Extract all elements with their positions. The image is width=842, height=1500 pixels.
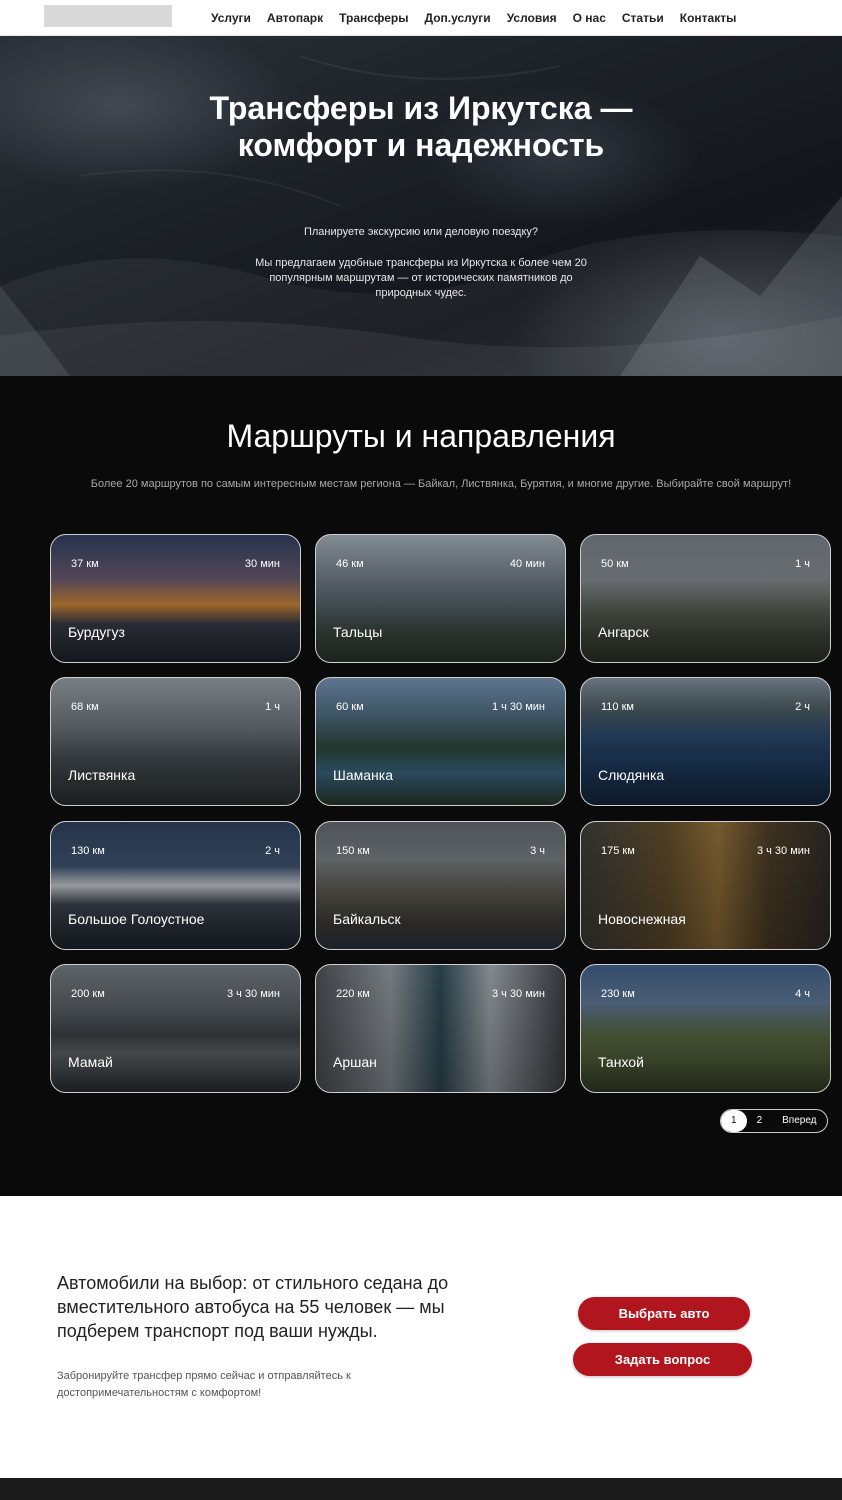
route-name: Слюдянка bbox=[598, 767, 665, 783]
route-duration: 40 мин bbox=[509, 558, 545, 570]
routes-title: Маршруты и направления bbox=[226, 418, 616, 454]
hero-title-line-2: комфорт и надежность bbox=[237, 127, 605, 163]
pagination: 1 2 Вперед bbox=[720, 1109, 828, 1133]
top-nav: Услуги Автопарк Трансферы Доп.услуги Усл… bbox=[0, 0, 842, 36]
card-overlay bbox=[316, 965, 565, 1092]
routes-section: Маршруты и направления Более 20 маршруто… bbox=[0, 376, 842, 1196]
page-1-button[interactable]: 1 bbox=[721, 1110, 747, 1132]
route-card-bolshoe-goloustnoe[interactable]: 130 км 2 ч Большое Голоустное bbox=[50, 821, 301, 950]
route-distance: 220 км bbox=[336, 988, 370, 1000]
next-page-button[interactable]: Вперед bbox=[772, 1110, 826, 1132]
route-duration: 2 ч bbox=[795, 701, 810, 713]
route-card-taltsy[interactable]: 46 км 40 мин Тальцы bbox=[315, 534, 566, 663]
card-overlay bbox=[51, 822, 300, 949]
route-name: Танхой bbox=[598, 1054, 644, 1070]
card-overlay bbox=[581, 535, 830, 662]
hero-background-image bbox=[0, 55, 842, 376]
route-name: Мамай bbox=[68, 1054, 113, 1070]
card-overlay bbox=[316, 535, 565, 662]
hero-title-line-1: Трансферы из Иркутска — bbox=[209, 90, 633, 126]
route-duration: 1 ч 30 мин bbox=[491, 701, 545, 713]
page-2-button[interactable]: 2 bbox=[747, 1110, 773, 1132]
route-card-mamai[interactable]: 200 км 3 ч 30 мин Мамай bbox=[50, 964, 301, 1093]
route-duration: 1 ч bbox=[795, 558, 810, 570]
route-card-angarsk[interactable]: 50 км 1 ч Ангарск bbox=[580, 534, 831, 663]
route-distance: 46 км bbox=[336, 558, 364, 570]
route-name: Шаманка bbox=[333, 767, 393, 783]
card-overlay bbox=[581, 822, 830, 949]
card-overlay bbox=[51, 965, 300, 1092]
route-card-baikalsk[interactable]: 150 км 3 ч Байкальск bbox=[315, 821, 566, 950]
ask-question-button[interactable]: Задать вопрос bbox=[573, 1343, 752, 1376]
hero-question: Планируете экскурсию или деловую поездку… bbox=[303, 226, 539, 238]
card-overlay bbox=[581, 965, 830, 1092]
cta-text: Забронируйте трансфер прямо сейчас и отп… bbox=[57, 1370, 351, 1399]
menu-item-services[interactable]: Услуги bbox=[203, 0, 259, 36]
route-duration: 3 ч 30 мин bbox=[491, 988, 545, 1000]
route-card-novosnezhnaya[interactable]: 175 км 3 ч 30 мин Новоснежная bbox=[580, 821, 831, 950]
route-distance: 150 км bbox=[336, 845, 370, 857]
menu-item-conditions[interactable]: Условия bbox=[499, 0, 565, 36]
route-distance: 230 км bbox=[601, 988, 635, 1000]
menu-item-transfers[interactable]: Трансферы bbox=[331, 0, 416, 36]
route-distance: 60 км bbox=[336, 701, 364, 713]
cta-section: Автомобили на выбор: от стильного седана… bbox=[0, 1196, 842, 1478]
route-distance: 37 км bbox=[71, 558, 99, 570]
route-duration: 3 ч 30 мин bbox=[756, 845, 810, 857]
footer bbox=[0, 1478, 842, 1500]
route-name: Большое Голоустное bbox=[68, 911, 205, 927]
route-distance: 68 км bbox=[71, 701, 99, 713]
route-name: Ангарск bbox=[598, 624, 649, 640]
route-duration: 3 ч 30 мин bbox=[226, 988, 280, 1000]
route-duration: 30 мин bbox=[244, 558, 280, 570]
route-duration: 2 ч bbox=[265, 845, 280, 857]
menu-item-articles[interactable]: Статьи bbox=[614, 0, 672, 36]
menu-item-contacts[interactable]: Контакты bbox=[672, 0, 745, 36]
route-distance: 50 км bbox=[601, 558, 629, 570]
route-card-shamanka[interactable]: 60 км 1 ч 30 мин Шаманка bbox=[315, 677, 566, 806]
menu-item-about[interactable]: О нас bbox=[565, 0, 614, 36]
route-name: Байкальск bbox=[333, 911, 401, 927]
route-card-arshan[interactable]: 220 км 3 ч 30 мин Аршан bbox=[315, 964, 566, 1093]
choose-car-button[interactable]: Выбрать авто bbox=[578, 1297, 750, 1330]
route-distance: 200 км bbox=[71, 988, 105, 1000]
route-card-slyudyanka[interactable]: 110 км 2 ч Слюдянка bbox=[580, 677, 831, 806]
route-card-tankhoi[interactable]: 230 км 4 ч Танхой bbox=[580, 964, 831, 1093]
route-distance: 175 км bbox=[601, 845, 635, 857]
main-menu: Услуги Автопарк Трансферы Доп.услуги Усл… bbox=[203, 0, 744, 36]
route-distance: 110 км bbox=[601, 701, 634, 713]
route-duration: 3 ч bbox=[530, 845, 545, 857]
route-name: Бурдугуз bbox=[68, 624, 125, 640]
routes-subtitle: Более 20 маршрутов по самым интересным м… bbox=[90, 478, 792, 490]
card-overlay bbox=[51, 678, 300, 805]
route-name: Тальцы bbox=[333, 624, 383, 640]
menu-item-extra-services[interactable]: Доп.услуги bbox=[417, 0, 499, 36]
logo[interactable] bbox=[44, 5, 172, 27]
card-overlay bbox=[316, 822, 565, 949]
route-distance: 130 км bbox=[71, 845, 105, 857]
card-overlay bbox=[51, 535, 300, 662]
route-card-burduguz[interactable]: 37 км 30 мин Бурдугуз bbox=[50, 534, 301, 663]
route-duration: 1 ч bbox=[265, 701, 280, 713]
route-name: Аршан bbox=[333, 1054, 377, 1070]
route-duration: 4 ч bbox=[795, 988, 810, 1000]
card-overlay bbox=[316, 678, 565, 805]
menu-item-fleet[interactable]: Автопарк bbox=[259, 0, 331, 36]
cta-heading: Автомобили на выбор: от стильного седана… bbox=[57, 1273, 449, 1341]
card-overlay bbox=[581, 678, 830, 805]
hero-text: Мы предлагаем удобные трансферы из Иркут… bbox=[255, 257, 587, 299]
hero-section: Трансферы из Иркутска — комфорт и надежн… bbox=[0, 36, 842, 376]
route-name: Новоснежная bbox=[598, 911, 686, 927]
route-card-listvyanka[interactable]: 68 км 1 ч Листвянка bbox=[50, 677, 301, 806]
route-name: Листвянка bbox=[68, 767, 136, 783]
hero-title: Трансферы из Иркутска — комфорт и надежн… bbox=[0, 90, 842, 164]
